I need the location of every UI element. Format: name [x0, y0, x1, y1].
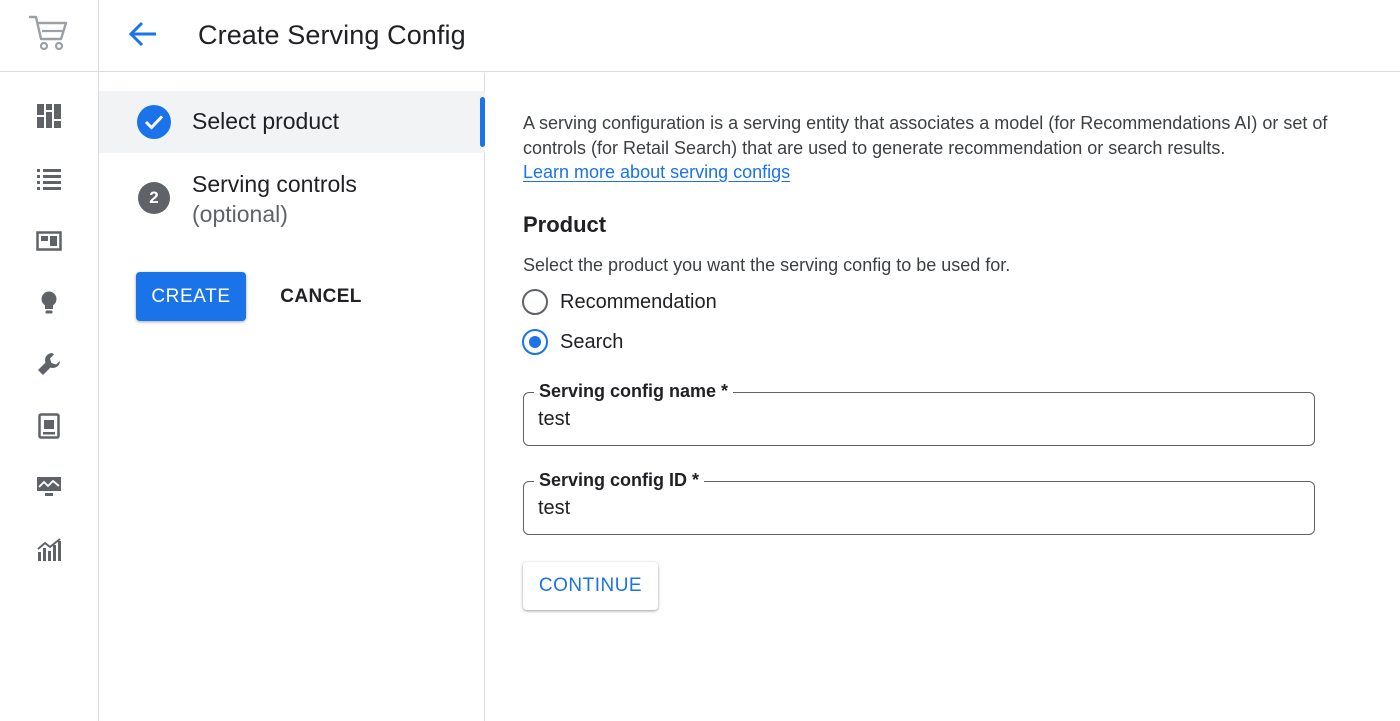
step-serving-controls[interactable]: 2 Serving controls (optional)	[99, 165, 485, 239]
radio-search[interactable]: Search	[522, 327, 623, 357]
step-select-product[interactable]: Select product	[99, 91, 485, 153]
step-number-badge: 2	[138, 182, 170, 214]
step-label: Serving controls	[192, 171, 357, 197]
monitor-icon[interactable]	[34, 472, 64, 502]
active-step-indicator	[480, 97, 485, 147]
lightbulb-icon[interactable]	[34, 288, 64, 318]
page-header: Create Serving Config	[99, 0, 1400, 72]
dashboard-icon[interactable]	[34, 101, 64, 131]
radio-label: Search	[560, 330, 624, 353]
radio-recommendation[interactable]: Recommendation	[522, 287, 717, 317]
list-icon[interactable]	[34, 164, 64, 194]
step-sublabel: (optional)	[192, 201, 288, 227]
serving-config-id-input[interactable]	[538, 494, 1298, 522]
back-button[interactable]	[123, 16, 163, 56]
continue-button[interactable]: CONTINUE	[523, 562, 658, 610]
stepper: Select product 2 Serving controls (optio…	[99, 73, 485, 721]
main-content: A serving configuration is a serving ent…	[486, 73, 1400, 721]
rail-logo[interactable]	[0, 0, 98, 72]
product-section-description: Select the product you want the serving …	[523, 255, 1011, 275]
radio-label: Recommendation	[560, 290, 717, 313]
serving-config-name-input[interactable]	[538, 405, 1298, 433]
radio-button[interactable]	[522, 329, 548, 355]
analytics-icon[interactable]	[34, 535, 64, 565]
learn-more-link[interactable]: Learn more about serving configs	[523, 160, 790, 185]
product-section-title: Product	[523, 212, 607, 237]
intro-text: A serving configuration is a serving ent…	[523, 113, 1328, 158]
serving-config-name-field[interactable]: Serving config name *	[523, 380, 1315, 446]
field-label: Serving config name *	[534, 380, 734, 402]
radio-button[interactable]	[522, 289, 548, 315]
portrait-icon[interactable]	[34, 411, 64, 441]
arrow-back-icon	[128, 21, 158, 52]
cancel-button[interactable]: CANCEL	[269, 272, 373, 321]
wrench-icon[interactable]	[34, 349, 64, 379]
shopping-cart-icon	[28, 13, 70, 58]
page-title: Create Serving Config	[198, 20, 466, 50]
serving-config-id-field[interactable]: Serving config ID *	[523, 469, 1315, 535]
step-label: Select product	[192, 108, 340, 134]
left-nav-rail	[0, 0, 99, 721]
check-circle-icon	[137, 105, 171, 139]
field-label: Serving config ID *	[534, 469, 705, 491]
create-button[interactable]: CREATE	[136, 272, 246, 321]
catalog-icon[interactable]	[34, 226, 64, 256]
